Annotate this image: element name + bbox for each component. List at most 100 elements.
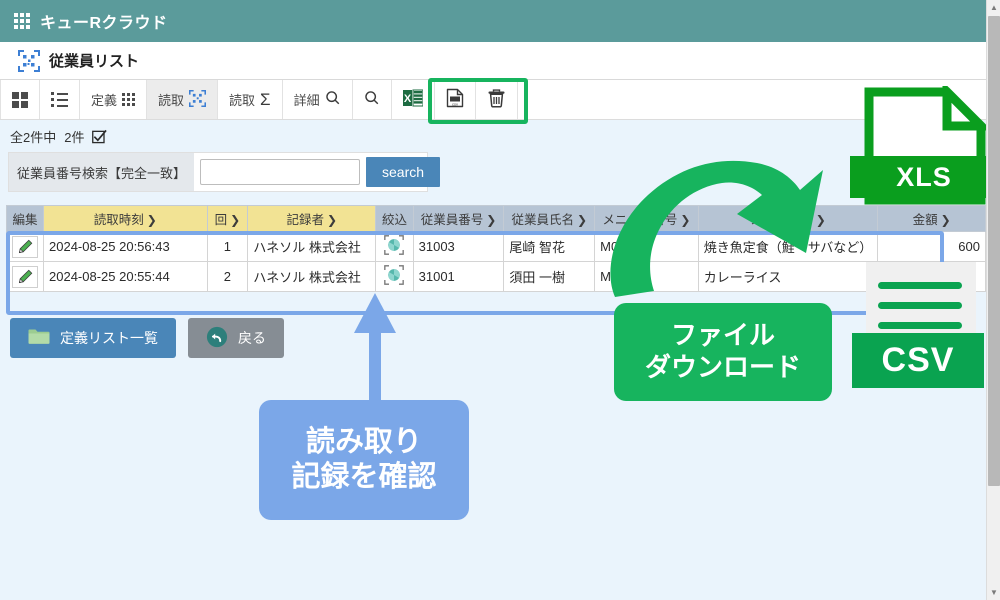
detail-button[interactable]: 詳細 bbox=[282, 80, 353, 119]
row-filter-cell[interactable] bbox=[375, 261, 414, 292]
definition-button[interactable]: 定義 bbox=[80, 80, 148, 119]
row-employee-name: 尾崎 智花 bbox=[503, 231, 596, 262]
col-header-recorder[interactable]: 記録者 ❯ bbox=[247, 205, 377, 232]
read-record-callout-line2: 記録を確認 bbox=[291, 461, 437, 493]
csv-line-1 bbox=[878, 282, 962, 289]
row-menu-number: M07 bbox=[594, 231, 699, 262]
definition-list-button-label: 定義リスト一覧 bbox=[60, 330, 158, 346]
col-header-menu-name[interactable]: メニュー名 ❯ bbox=[697, 205, 879, 232]
list-icon bbox=[51, 92, 68, 107]
search-submit-button[interactable]: search bbox=[366, 157, 441, 187]
sigma-icon: Σ bbox=[260, 90, 271, 109]
file-download-callout: ファイル ダウンロード bbox=[614, 303, 832, 401]
row-menu-number: M01 bbox=[594, 261, 699, 292]
qr-code-icon[interactable] bbox=[384, 235, 405, 258]
grid-dots-icon[interactable] bbox=[14, 13, 30, 29]
table-header-row: 編集 読取時刻 ❯ 回 ❯ 記録者 ❯ 絞込 従業員番号 ❯ 従業員氏名 ❯ メニュー番号… bbox=[6, 205, 986, 232]
app-title: キューRクラウド bbox=[40, 15, 168, 32]
trash-icon bbox=[487, 88, 506, 111]
blue-arrow-head bbox=[354, 293, 396, 333]
csv-export-button[interactable]: csv bbox=[434, 80, 476, 119]
excel-icon: X bbox=[402, 89, 424, 110]
col-header-count[interactable]: 回 ❯ bbox=[206, 205, 249, 232]
col-header-edit[interactable]: 編集 bbox=[6, 205, 44, 232]
read-sum-button[interactable]: 読取 Σ bbox=[218, 80, 283, 119]
search-button[interactable] bbox=[352, 80, 392, 119]
toolbar: 定義 読取 読取 Σ 詳細 X csv bbox=[0, 80, 986, 120]
row-read-time: 2024-08-25 20:55:44 bbox=[43, 261, 208, 292]
table-row[interactable]: 2024-08-25 20:56:43 1 ハネソル 株式会社 31003 尾崎… bbox=[6, 231, 986, 262]
qr-code-icon bbox=[189, 89, 207, 110]
excel-export-button[interactable]: X bbox=[391, 80, 435, 119]
csv-file-icon: csv bbox=[446, 88, 464, 111]
file-download-callout-line2: ダウンロード bbox=[644, 352, 801, 382]
vertical-scrollbar[interactable]: ▲ ▼ bbox=[986, 0, 1000, 600]
footer-button-row: 定義リスト一覧 戻る bbox=[10, 318, 284, 358]
read-record-callout-line1: 読み取り bbox=[305, 425, 422, 458]
scrollbar-thumb[interactable] bbox=[988, 16, 1000, 486]
row-employee-number: 31001 bbox=[412, 261, 505, 292]
definition-list-button[interactable]: 定義リスト一覧 bbox=[10, 318, 176, 358]
row-menu-name: カレーライス bbox=[697, 261, 879, 292]
svg-text:X: X bbox=[403, 93, 411, 105]
file-download-callout-line1: ファイル bbox=[670, 320, 775, 351]
folder-icon bbox=[28, 328, 50, 348]
definition-button-label: 定義 bbox=[91, 93, 118, 108]
read-record-callout: 読み取り 記録を確認 bbox=[259, 400, 469, 520]
csv-badge: CSV bbox=[852, 333, 984, 388]
row-edit-cell[interactable] bbox=[6, 261, 44, 292]
pencil-icon[interactable] bbox=[12, 235, 38, 258]
undo-icon bbox=[206, 326, 228, 351]
list-view-button[interactable] bbox=[40, 80, 80, 119]
records-table: 編集 読取時刻 ❯ 回 ❯ 記録者 ❯ 絞込 従業員番号 ❯ 従業員氏名 ❯ メニュー番号… bbox=[6, 205, 986, 292]
row-count: 2 bbox=[206, 261, 249, 292]
row-amount: 600 bbox=[877, 231, 986, 262]
detail-button-label: 詳細 bbox=[293, 93, 320, 108]
app-header-bar: キューRクラウド bbox=[0, 0, 986, 42]
tile-view-button[interactable] bbox=[0, 80, 40, 119]
scroll-down-arrow[interactable]: ▼ bbox=[987, 585, 1000, 600]
grid-9-dots-icon bbox=[122, 93, 136, 106]
col-header-employee-number[interactable]: 従業員番号 ❯ bbox=[412, 205, 505, 232]
row-filter-cell[interactable] bbox=[375, 231, 414, 262]
delete-button[interactable] bbox=[475, 80, 518, 119]
grid-4-icon bbox=[12, 91, 28, 108]
page-title-bar: 従業員リスト bbox=[0, 42, 986, 80]
application-window: キューRクラウド 従業員リスト 定義 読取 読取 Σ 詳細 X csv 全2件中… bbox=[0, 0, 1000, 600]
col-header-menu-number[interactable]: メニュー番号 ❯ bbox=[594, 205, 699, 232]
row-count: 1 bbox=[206, 231, 249, 262]
scroll-up-arrow[interactable]: ▲ bbox=[987, 0, 1000, 15]
shown-count-label: 2件 bbox=[64, 129, 85, 145]
csv-line-2 bbox=[878, 302, 962, 309]
xls-badge: XLS bbox=[850, 156, 998, 198]
table-row[interactable]: 2024-08-25 20:55:44 2 ハネソル 株式会社 31001 須田… bbox=[6, 261, 986, 292]
row-employee-number: 31003 bbox=[412, 231, 505, 262]
employee-number-search-input[interactable] bbox=[200, 159, 361, 185]
back-button-label: 戻る bbox=[238, 330, 266, 346]
checked-box-icon[interactable] bbox=[92, 129, 108, 144]
row-menu-name: 焼き魚定食（鮭・サバなど） bbox=[697, 231, 879, 262]
col-header-read-time[interactable]: 読取時刻 ❯ bbox=[43, 205, 208, 232]
csv-badge-label: CSV bbox=[881, 341, 955, 379]
magnifier-icon bbox=[325, 90, 341, 109]
row-recorder: ハネソル 株式会社 bbox=[247, 261, 377, 292]
total-count-label: 全2件中 bbox=[10, 129, 57, 145]
svg-text:csv: csv bbox=[452, 102, 458, 107]
row-edit-cell[interactable] bbox=[6, 231, 44, 262]
pencil-icon[interactable] bbox=[12, 265, 38, 288]
search-field-label: 従業員番号検索【完全一致】 bbox=[9, 153, 195, 191]
read-qr-button[interactable]: 読取 bbox=[147, 80, 219, 119]
col-header-employee-name[interactable]: 従業員氏名 ❯ bbox=[503, 205, 596, 232]
row-employee-name: 須田 一樹 bbox=[503, 261, 596, 292]
xls-badge-label: XLS bbox=[896, 161, 952, 192]
col-header-filter[interactable]: 絞込 bbox=[375, 205, 414, 232]
record-count-row: 全2件中 2件 bbox=[0, 120, 986, 152]
records-table-wrapper: 編集 読取時刻 ❯ 回 ❯ 記録者 ❯ 絞込 従業員番号 ❯ 従業員氏名 ❯ メニュー番号… bbox=[6, 205, 986, 292]
qr-code-icon bbox=[18, 49, 40, 72]
back-button[interactable]: 戻る bbox=[188, 318, 284, 358]
col-header-amount[interactable]: 金額 ❯ bbox=[877, 205, 986, 232]
qr-code-icon[interactable] bbox=[384, 265, 405, 288]
read-sum-button-label: 読取 bbox=[229, 93, 256, 108]
row-read-time: 2024-08-25 20:56:43 bbox=[43, 231, 208, 262]
blue-arrow-shaft bbox=[369, 318, 381, 402]
